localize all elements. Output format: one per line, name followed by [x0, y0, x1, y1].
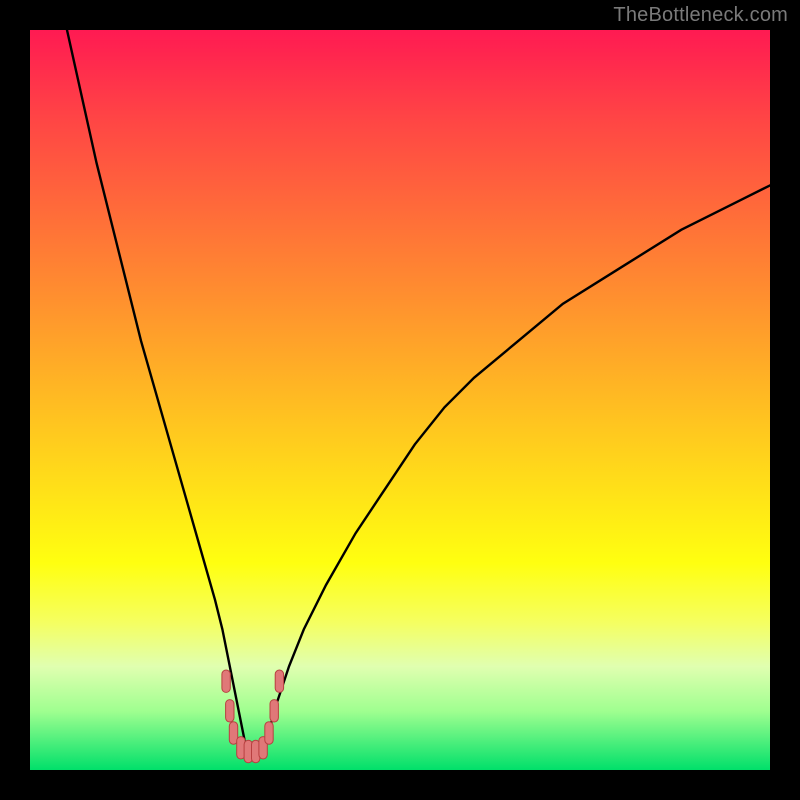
marker-group [222, 670, 284, 763]
bottleneck-curve [67, 30, 770, 755]
marker-point [226, 700, 234, 722]
chart-gradient-background [30, 30, 770, 770]
marker-point [222, 670, 230, 692]
marker-point [265, 722, 273, 744]
chart-canvas [30, 30, 770, 770]
watermark-label: TheBottleneck.com [613, 4, 788, 27]
chart-container: TheBottleneck.com [0, 0, 800, 800]
marker-point [275, 670, 283, 692]
marker-point [270, 700, 278, 722]
